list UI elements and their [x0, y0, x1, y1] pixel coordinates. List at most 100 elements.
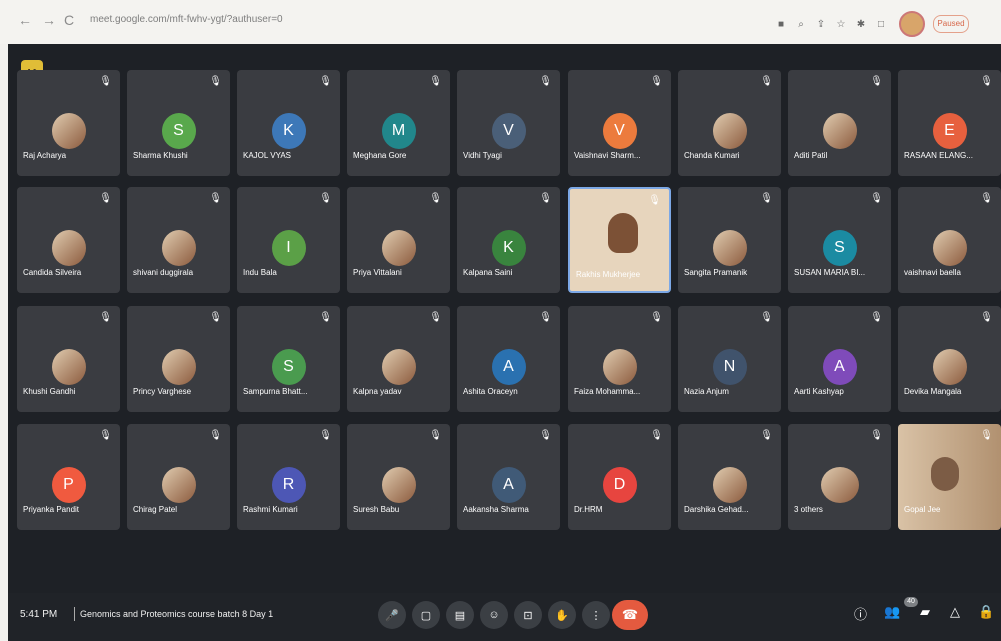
participant-tile[interactable]: S 🎙 SUSAN MARIA BI... [788, 187, 891, 293]
participant-name: Kalpna yadav [353, 387, 402, 396]
emoji-icon[interactable]: ☺ [480, 601, 508, 629]
search-icon[interactable]: ⌕ [795, 18, 807, 30]
back-icon[interactable]: ← [18, 12, 32, 28]
star-icon[interactable]: ☆ [835, 18, 847, 30]
extension-icon[interactable]: ✱ [855, 18, 867, 30]
participant-tile[interactable]: V 🎙 Vidhi Tyagi [457, 70, 560, 176]
participant-avatar [820, 467, 859, 503]
participant-tile[interactable]: A 🎙 Ashita Oraceyn [457, 306, 560, 412]
participant-tile[interactable]: E 🎙 RASAAN ELANG... [898, 70, 1001, 176]
window-icon[interactable]: □ [875, 18, 887, 30]
presenter-video [608, 213, 638, 253]
participant-tile[interactable]: D 🎙 Dr.HRM [568, 424, 671, 530]
participant-tile[interactable]: 🎙 Faiza Mohamma... [568, 306, 671, 412]
mic-icon[interactable]: 🎤 [378, 601, 406, 629]
participant-avatar [381, 230, 416, 266]
camera-icon[interactable]: ▢ [412, 601, 440, 629]
participant-name: Gopal Jee [904, 505, 941, 514]
mic-muted-icon: 🎙 [319, 312, 332, 323]
participant-tile[interactable]: I 🎙 Indu Bala [237, 187, 340, 293]
participant-tile[interactable]: 🎙 Priya Vittalani [347, 187, 450, 293]
profile-status-badge[interactable]: Paused [933, 15, 969, 33]
mic-muted-icon: 🎙 [319, 76, 332, 87]
participant-tile[interactable]: S 🎙 Sampurna Bhatt... [237, 306, 340, 412]
participant-tile[interactable]: R 🎙 Rashmi Kumari [237, 424, 340, 530]
participant-tile[interactable]: 🎙 Suresh Babu [347, 424, 450, 530]
participant-tile[interactable]: 🎙 Chirag Patel [127, 424, 230, 530]
participant-name: Sharma Khushi [133, 151, 188, 160]
participant-avatar: E [932, 113, 967, 149]
mic-muted-icon: 🎙 [870, 312, 883, 323]
more-vert-icon[interactable]: ⋮ [582, 601, 610, 629]
participant-avatar: D [602, 467, 637, 503]
participant-name: Suresh Babu [353, 505, 400, 514]
captions-icon[interactable]: ▤ [446, 601, 474, 629]
end-call-button[interactable]: ☎ [612, 600, 648, 630]
participant-tile[interactable]: 🎙 Raj Acharya [17, 70, 120, 176]
participant-tile[interactable]: 🎙 Darshika Gehad... [678, 424, 781, 530]
chat-icon[interactable]: ▰ [920, 604, 930, 620]
participant-tile[interactable]: A 🎙 Aakansha Sharma [457, 424, 560, 530]
participant-tile[interactable]: 🎙 Kalpna yadav [347, 306, 450, 412]
participant-name: Vaishnavi Sharm... [574, 151, 641, 160]
participant-name: Nazia Anjum [684, 387, 729, 396]
participant-tile[interactable]: N 🎙 Nazia Anjum [678, 306, 781, 412]
camera-status-icon[interactable]: ■ [775, 18, 787, 30]
participant-tile[interactable]: 🎙 Rakhis Mukherjee [568, 187, 671, 293]
participant-tile[interactable]: 🎙 shivani duggirala [127, 187, 230, 293]
mic-muted-icon: 🎙 [99, 430, 112, 441]
participant-tile[interactable]: 🎙 3 others [788, 424, 891, 530]
participant-tile[interactable]: A 🎙 Aarti Kashyap [788, 306, 891, 412]
participant-tile[interactable]: V 🎙 Vaishnavi Sharm... [568, 70, 671, 176]
mic-muted-icon: 🎙 [429, 76, 442, 87]
forward-icon[interactable]: → [42, 12, 56, 28]
mic-muted-icon: 🎙 [870, 430, 883, 441]
raise-hand-icon[interactable]: ✋ [548, 601, 576, 629]
participant-name: Priya Vittalani [353, 268, 402, 277]
participant-tile[interactable]: 🎙 Devika Mangala [898, 306, 1001, 412]
participant-tile[interactable]: K 🎙 KAJOL VYAS [237, 70, 340, 176]
mic-muted-icon: 🎙 [429, 430, 442, 441]
participant-tile[interactable]: K 🎙 Kalpana Saini [457, 187, 560, 293]
participant-tile[interactable]: S 🎙 Sharma Khushi [127, 70, 230, 176]
participant-name: Chirag Patel [133, 505, 178, 514]
participant-name: Darshika Gehad... [684, 505, 749, 514]
participant-name: 3 others [794, 505, 823, 514]
participant-tile[interactable]: P 🎙 Priyanka Pandit [17, 424, 120, 530]
participant-avatar: S [161, 113, 196, 149]
participant-avatar: S [271, 349, 306, 385]
participant-tile[interactable]: M 🎙 Meghana Gore [347, 70, 450, 176]
participant-tile[interactable]: 🎙 Princy Varghese [127, 306, 230, 412]
participant-tile[interactable]: 🎙 Sangita Pramanik [678, 187, 781, 293]
participant-tile[interactable]: 🎙 Candida Silveira [17, 187, 120, 293]
address-bar[interactable]: meet.google.com/mft-fwhv-ygt/?authuser=0 [90, 14, 283, 25]
mic-muted-icon: 🎙 [760, 76, 773, 87]
participant-name: Chanda Kumari [684, 151, 740, 160]
reload-icon[interactable]: C [64, 12, 74, 28]
host-controls-icon[interactable]: 🔒 [978, 604, 994, 620]
participant-tile[interactable]: 🎙 Gopal Jee [898, 424, 1001, 530]
participant-tile[interactable]: 🎙 Aditi Patil [788, 70, 891, 176]
participant-avatar [712, 113, 747, 149]
participant-avatar [381, 467, 416, 503]
people-icon[interactable]: 👥 [884, 604, 900, 620]
meeting-title: Genomics and Proteomics course batch 8 D… [80, 609, 274, 619]
mic-muted-icon: 🎙 [760, 193, 773, 204]
participant-name: shivani duggirala [133, 268, 194, 277]
participant-name: Aarti Kashyap [794, 387, 844, 396]
participant-tile[interactable]: 🎙 Chanda Kumari [678, 70, 781, 176]
mic-muted-icon: 🎙 [99, 76, 112, 87]
browser-toolbar: ← → C meet.google.com/mft-fwhv-ygt/?auth… [0, 0, 1001, 44]
mic-muted-icon: 🎙 [980, 430, 993, 441]
participant-tile[interactable]: 🎙 Khushi Gandhi [17, 306, 120, 412]
share-icon[interactable]: ⇪ [815, 18, 827, 30]
info-icon[interactable]: ⓘ [854, 604, 867, 623]
participant-avatar [712, 467, 747, 503]
participant-tile[interactable]: 🎙 vaishnavi baella [898, 187, 1001, 293]
participant-avatar [381, 349, 416, 385]
participant-avatar: S [822, 230, 857, 266]
activities-icon[interactable]: △ [950, 604, 960, 620]
participant-avatar: N [712, 349, 747, 385]
present-icon[interactable]: ⊡ [514, 601, 542, 629]
profile-avatar[interactable] [899, 11, 925, 37]
